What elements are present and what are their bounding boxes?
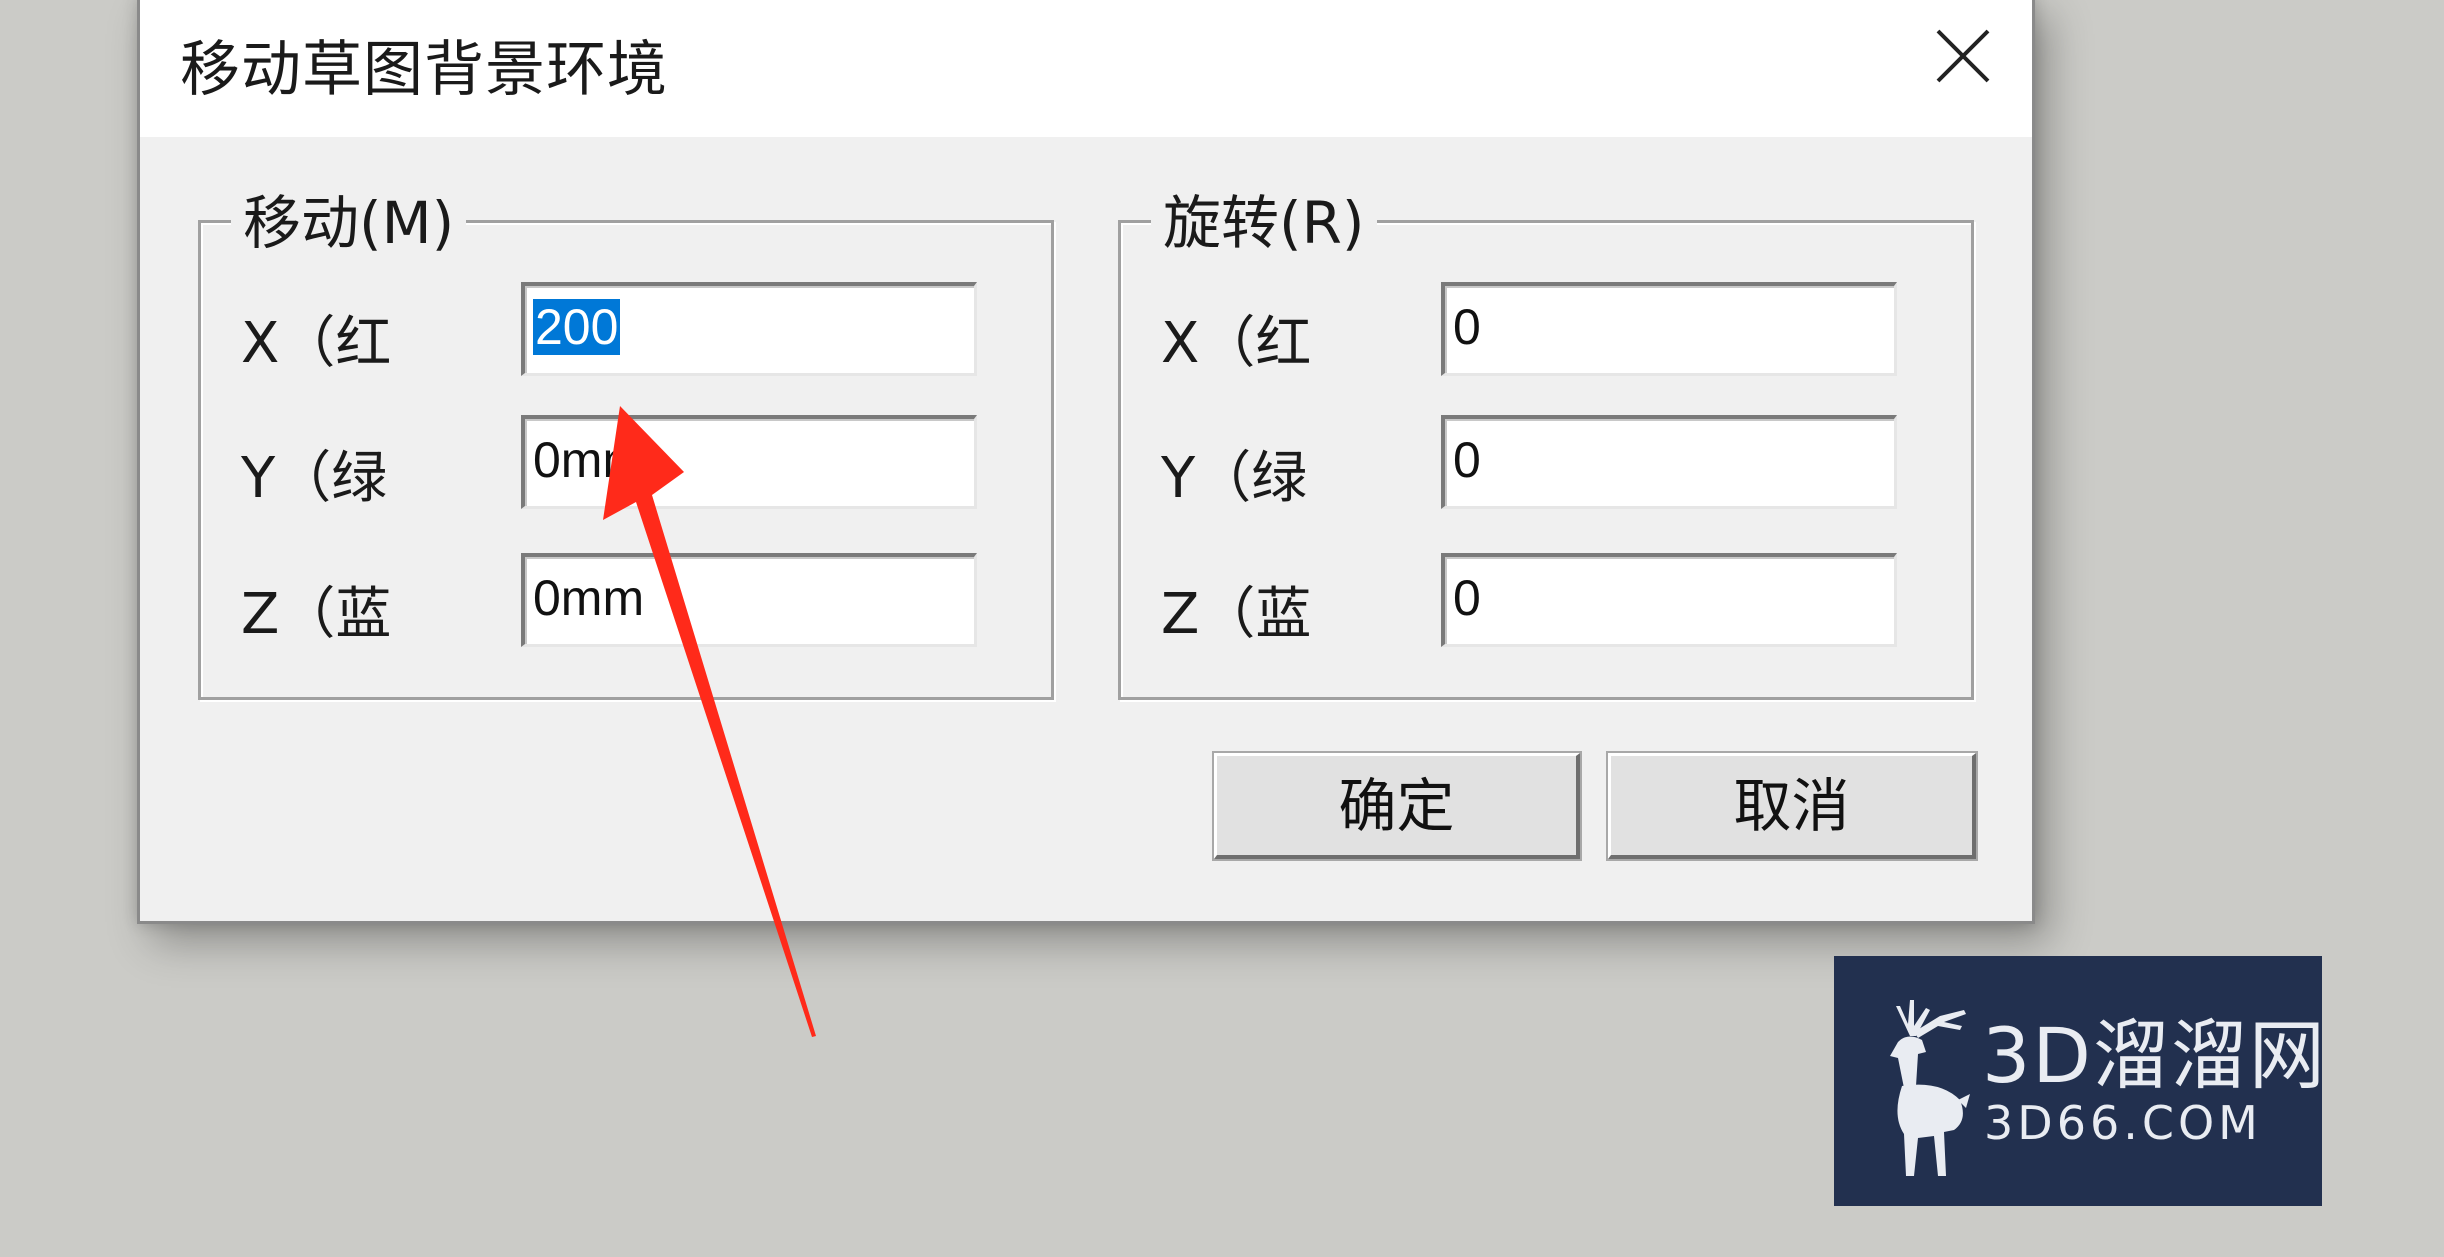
move-x-label: X（红 [241,311,392,376]
move-groupbox: 移动(M) X（红 200 Y（绿 0mm Z（蓝 0mm [198,183,1054,700]
rotate-x-label: X（红 [1161,311,1312,376]
rotate-x-input[interactable]: 0 [1441,282,1897,376]
close-icon[interactable] [1928,21,1998,91]
rotate-groupbox: 旋转(R) X（红 0 Y（绿 0 Z（蓝 0 [1118,183,1974,700]
watermark-brand-cn: 3D溜溜网 [1982,1011,2327,1100]
watermark-logo: 3D溜溜网 3D66.COM [1834,956,2325,1206]
cancel-button[interactable]: 取消 [1606,751,1978,861]
move-z-input[interactable]: 0mm [521,553,977,647]
rotate-y-label: Y（绿 [1161,446,1308,511]
watermark-brand-en: 3D66.COM [1984,1096,2262,1150]
rotate-group-legend: 旋转(R) [1151,183,1377,263]
move-y-label: Y（绿 [241,446,388,511]
rotate-z-label: Z（蓝 [1161,582,1312,647]
move-z-label: Z（蓝 [241,582,392,647]
rotate-z-input[interactable]: 0 [1441,553,1897,647]
dialog-title: 移动草图背景环境 [180,35,668,105]
title-bar: 移动草图背景环境 [140,0,2032,137]
deer-logo-icon [1890,1000,1970,1176]
dialog-window: 移动草图背景环境 移动(M) X（红 200 Y（绿 0mm Z（蓝 0mm 旋… [137,0,2035,924]
move-y-input[interactable]: 0mm [521,415,977,509]
rotate-y-input[interactable]: 0 [1441,415,1897,509]
move-x-value: 200 [533,299,621,355]
move-group-legend: 移动(M) [231,183,467,263]
ok-button[interactable]: 确定 [1212,751,1582,861]
move-x-input[interactable]: 200 [521,282,977,376]
